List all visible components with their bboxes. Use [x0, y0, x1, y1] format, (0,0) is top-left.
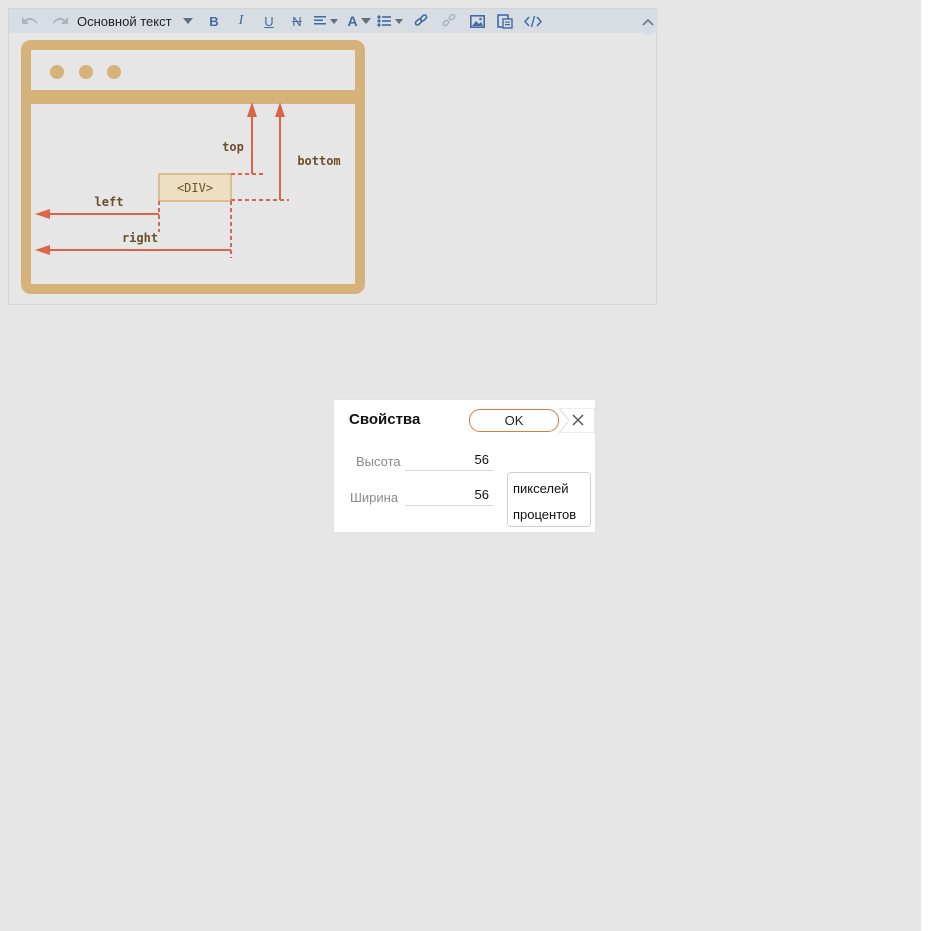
link-button[interactable]: [407, 9, 435, 33]
arrow-left-icon: [35, 245, 50, 255]
properties-dialog: Свойства OK Высота 56 Ширина 56 пикселей…: [334, 400, 595, 532]
unit-option-pixels[interactable]: пикселей: [513, 481, 569, 496]
strikethrough-button[interactable]: N: [283, 9, 311, 33]
list-icon: [377, 15, 403, 27]
chevron-down-icon: [360, 18, 371, 24]
format-dropdown-button[interactable]: [181, 9, 195, 33]
chevron-down-icon: [183, 18, 193, 24]
align-button[interactable]: [311, 9, 343, 33]
top-label: top: [222, 140, 244, 154]
font-color-button[interactable]: A: [343, 9, 375, 33]
list-button[interactable]: [375, 9, 407, 33]
format-select-label: Основной текст: [77, 13, 172, 29]
font-color-icon: A: [347, 13, 358, 29]
width-field[interactable]: 56: [405, 486, 493, 506]
source-code-icon: [524, 15, 542, 27]
collapse-toolbar-button[interactable]: [638, 9, 658, 35]
chevron-up-icon: [642, 18, 654, 26]
arrow-up-icon: [247, 102, 257, 117]
div-label: <DIV>: [177, 181, 213, 195]
rich-text-editor: Основной текст B I U N A <DIV> top botto…: [8, 8, 658, 305]
ok-button[interactable]: OK: [469, 409, 559, 432]
window-dot-icon: [107, 65, 121, 79]
bottom-label: bottom: [297, 154, 340, 168]
bold-icon: B: [209, 13, 219, 29]
height-label: Высота: [356, 454, 401, 469]
strikethrough-icon: N: [292, 13, 302, 29]
window-dot-icon: [79, 65, 93, 79]
width-label: Ширина: [350, 490, 399, 505]
italic-icon: I: [238, 13, 244, 28]
align-icon: [314, 16, 338, 25]
image-icon: [469, 14, 485, 28]
right-label: right: [122, 231, 158, 245]
paste-icon: [497, 13, 513, 29]
editor-toolbar: Основной текст B I U N A: [9, 9, 658, 35]
italic-button[interactable]: I: [227, 9, 255, 33]
coordinates-diagram-image[interactable]: <DIV> top bottom left right: [21, 40, 365, 294]
undo-button[interactable]: [15, 9, 45, 33]
close-button[interactable]: [559, 408, 595, 433]
format-select[interactable]: Основной текст: [75, 9, 181, 33]
arrow-up-icon: [275, 102, 285, 117]
paste-button[interactable]: [491, 9, 519, 33]
dialog-title: Свойства: [349, 411, 421, 428]
source-code-button[interactable]: [519, 9, 547, 33]
undo-icon: [22, 17, 37, 24]
underline-icon: U: [264, 13, 274, 29]
window-dot-icon: [50, 65, 64, 79]
redo-icon: [53, 17, 68, 24]
bold-button[interactable]: B: [201, 9, 227, 33]
unlink-button[interactable]: [435, 9, 463, 33]
unit-option-percent[interactable]: процентов: [513, 507, 576, 522]
underline-button[interactable]: U: [255, 9, 283, 33]
link-icon: [414, 14, 428, 26]
image-button[interactable]: [463, 9, 491, 33]
height-field[interactable]: 56: [405, 451, 493, 471]
unlink-icon: [442, 14, 456, 27]
units-listbox: пикселей процентов: [507, 472, 591, 527]
arrow-left-icon: [35, 209, 50, 219]
left-label: left: [95, 195, 124, 209]
browser-header-bar: [21, 90, 365, 104]
redo-button[interactable]: [45, 9, 75, 33]
